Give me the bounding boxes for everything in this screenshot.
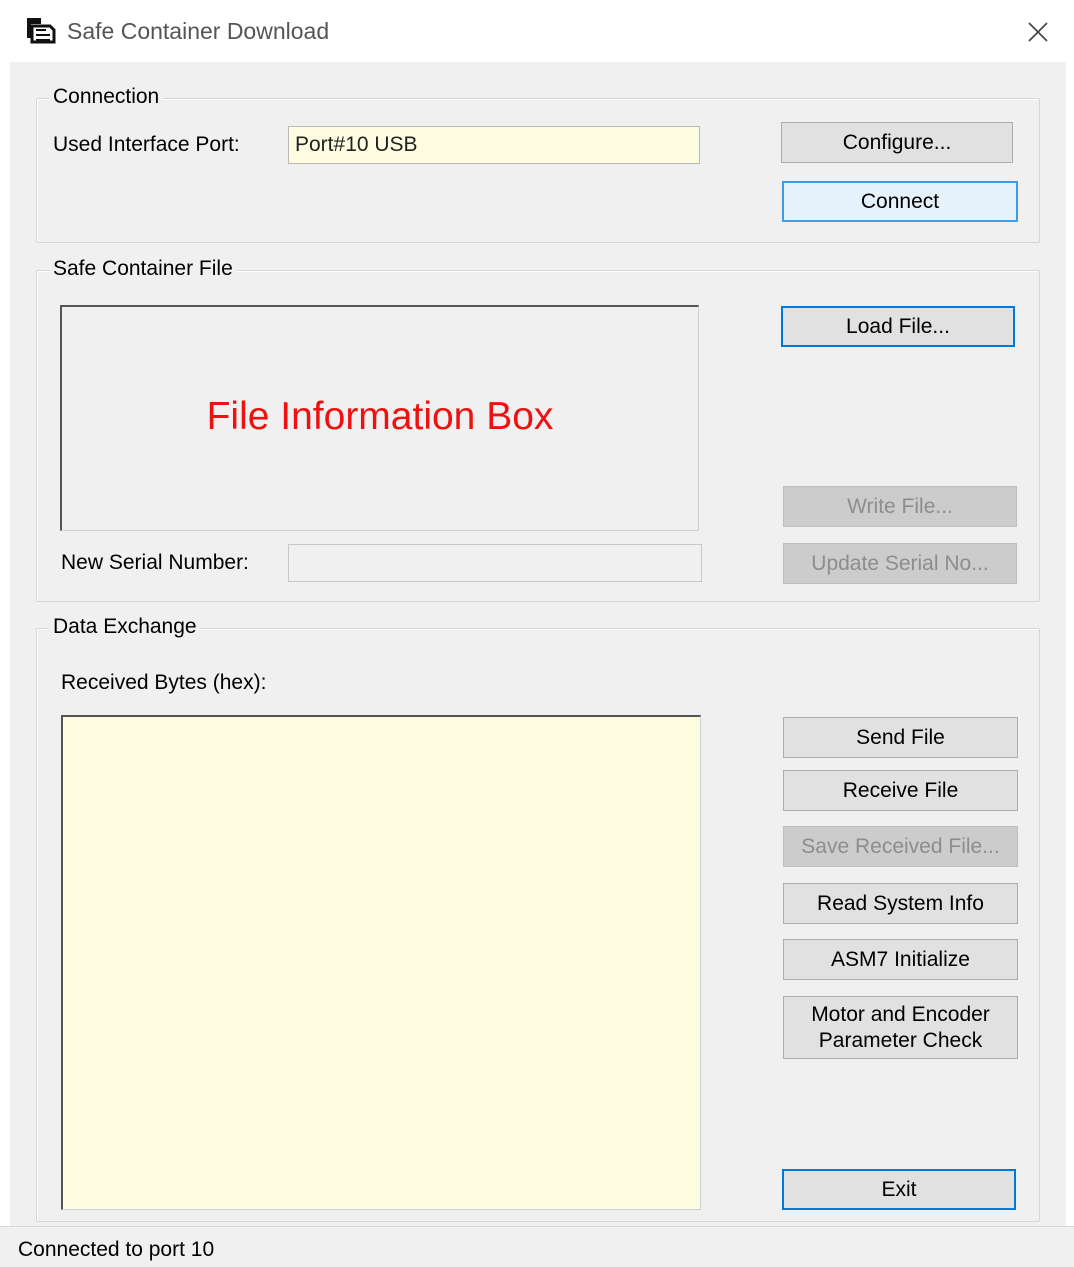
window-title: Safe Container Download	[67, 18, 330, 44]
exit-button[interactable]: Exit	[782, 1169, 1016, 1210]
load-file-button[interactable]: Load File...	[781, 306, 1015, 347]
receive-file-button[interactable]: Receive File	[783, 770, 1018, 811]
close-icon	[1028, 22, 1048, 42]
read-system-info-button[interactable]: Read System Info	[783, 883, 1018, 924]
serial-number-field[interactable]	[288, 544, 702, 582]
connection-group-title: Connection	[49, 85, 164, 109]
title-bar: Safe Container Download	[0, 0, 1074, 62]
file-information-box: File Information Box	[60, 305, 699, 531]
file-information-caption: File Information Box	[206, 395, 554, 438]
save-received-file-button[interactable]: Save Received File...	[783, 826, 1018, 867]
send-file-button[interactable]: Send File	[783, 717, 1018, 758]
connect-button[interactable]: Connect	[782, 181, 1018, 222]
status-bar: Connected to port 10	[0, 1226, 1074, 1267]
port-value: Port#10 USB	[295, 133, 418, 156]
update-serial-button[interactable]: Update Serial No...	[783, 543, 1017, 584]
safe-container-group-title: Safe Container File	[49, 257, 237, 281]
motor-check-line1: Motor and Encoder	[811, 1002, 990, 1026]
motor-check-line2: Parameter Check	[818, 1028, 983, 1052]
motor-encoder-check-button[interactable]: Motor and Encoder Parameter Check	[783, 996, 1018, 1059]
write-file-button[interactable]: Write File...	[783, 486, 1017, 527]
received-bytes-box[interactable]	[61, 715, 701, 1210]
configure-button[interactable]: Configure...	[781, 122, 1013, 163]
data-exchange-group-title: Data Exchange	[49, 615, 201, 639]
port-label: Used Interface Port:	[53, 133, 240, 156]
port-field[interactable]: Port#10 USB	[288, 126, 700, 164]
dialog-client-area: Connection Used Interface Port: Port#10 …	[10, 62, 1066, 1226]
serial-label: New Serial Number:	[61, 551, 249, 574]
asm7-initialize-button[interactable]: ASM7 Initialize	[783, 939, 1018, 980]
status-text: Connected to port 10	[18, 1238, 215, 1261]
download-app-icon	[27, 18, 56, 44]
received-bytes-label: Received Bytes (hex):	[61, 671, 267, 694]
close-button[interactable]	[1018, 12, 1058, 52]
